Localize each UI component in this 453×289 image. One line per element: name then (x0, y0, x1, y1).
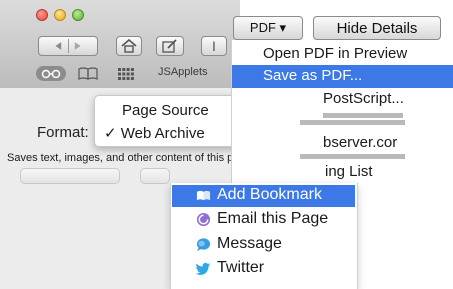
bookmarks-button[interactable] (78, 67, 98, 85)
menu-separator (323, 113, 403, 118)
home-icon (121, 39, 137, 53)
format-option-label: Web Archive (120, 125, 205, 142)
menu-separator (300, 120, 405, 125)
pencil-icon (162, 39, 177, 53)
menu-separator (300, 154, 405, 159)
minimize-window-button[interactable] (54, 9, 66, 21)
menu-item-save-as-postscript[interactable]: PostScript... (323, 90, 404, 107)
pdf-menu-button[interactable]: PDF ▾ (233, 16, 303, 40)
text-cursor-glyph: I (212, 38, 216, 54)
share-item-email-this-page[interactable]: Email this Page (196, 210, 328, 228)
reading-list-button[interactable] (36, 66, 66, 81)
save-button[interactable] (140, 168, 170, 184)
share-item-label: Add Bookmark (217, 186, 322, 203)
share-item-add-bookmark[interactable]: Add Bookmark (196, 186, 322, 204)
glasses-icon (41, 69, 61, 79)
pdf-button-label: PDF ▾ (249, 20, 287, 35)
close-window-button[interactable] (36, 9, 48, 21)
mail-icon (196, 212, 211, 226)
share-item-message[interactable]: Message (196, 235, 282, 253)
format-option-page-source[interactable]: Page Source (122, 102, 209, 119)
menu-item-open-pdf-in-preview[interactable]: Open PDF in Preview (263, 45, 407, 62)
format-option-label: Page Source (122, 102, 209, 119)
open-book-icon (78, 67, 98, 80)
share-item-label: Message (217, 235, 282, 252)
book-icon (196, 190, 211, 200)
twitter-icon (196, 262, 211, 275)
message-icon (196, 237, 211, 251)
home-button[interactable] (116, 36, 142, 56)
share-item-label: Email this Page (217, 210, 329, 227)
top-sites-button[interactable] (118, 67, 134, 85)
checkmark-icon: ✓ (104, 125, 117, 142)
back-forward-control[interactable] (38, 36, 98, 56)
cancel-button[interactable] (20, 168, 120, 184)
format-label: Format: (37, 124, 89, 141)
format-option-web-archive[interactable]: ✓ Web Archive (104, 124, 205, 142)
share-item-twitter[interactable]: Twitter (196, 259, 264, 277)
text-button[interactable]: I (201, 36, 227, 56)
menu-item-mail-server[interactable]: bserver.cor (323, 134, 397, 151)
menu-item-save-as-pdf[interactable]: Save as PDF... (263, 67, 362, 84)
menu-item-reading-list[interactable]: ing List (325, 163, 373, 180)
hide-details-label: Hide Details (336, 19, 418, 37)
share-item-label: Twitter (217, 259, 265, 276)
format-description: Saves text, images, and other content of… (7, 152, 255, 164)
bookmark-bar-item[interactable]: JSApplets (158, 66, 208, 78)
zoom-window-button[interactable] (72, 9, 84, 21)
grid-icon (118, 68, 134, 80)
hide-details-button[interactable]: Hide Details (313, 16, 441, 40)
edit-button[interactable] (156, 36, 184, 56)
